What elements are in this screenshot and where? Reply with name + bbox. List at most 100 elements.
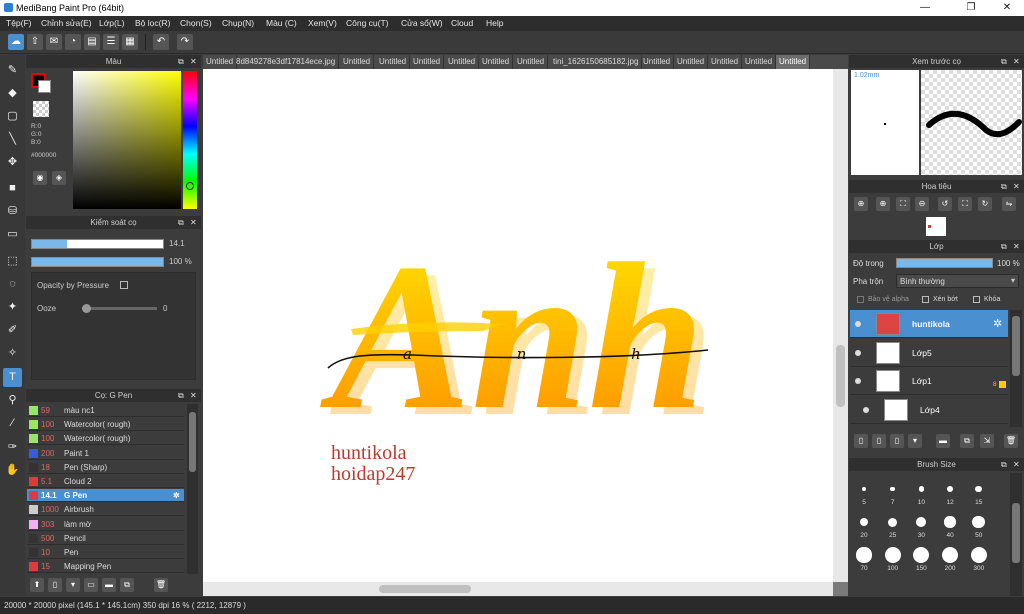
saturation-value-picker[interactable]	[73, 71, 181, 209]
select-rect-tool-icon[interactable]: ⬚	[3, 252, 22, 271]
rotate-left-icon[interactable]: ↺	[938, 197, 952, 211]
eyedropper-tool-icon[interactable]: ⁄	[3, 414, 22, 433]
horizontal-scroll-thumb[interactable]	[379, 585, 471, 593]
menu-window[interactable]: Cửa sổ(W)	[401, 18, 443, 28]
close-panel-icon[interactable]: ✕	[1013, 458, 1020, 471]
flip-icon[interactable]: ⇋	[1002, 197, 1016, 211]
brush-size-option[interactable]	[975, 485, 983, 493]
brush-list-item[interactable]: 59 màu nc1	[27, 404, 184, 417]
copy-brush-icon[interactable]: ▭	[84, 578, 98, 592]
delete-layer-icon[interactable]: 🗑	[1004, 434, 1018, 448]
hue-handle[interactable]	[186, 182, 194, 190]
layer-menu-icon[interactable]: ▾	[908, 434, 922, 448]
clipping-checkbox[interactable]	[922, 296, 929, 303]
brush-size-option[interactable]	[916, 517, 927, 527]
brush-size-option[interactable]	[888, 517, 898, 527]
divide-tool-icon[interactable]: ⚲	[3, 391, 22, 410]
palette-icon[interactable]: ◈	[52, 171, 66, 185]
brush-size-option[interactable]	[946, 485, 954, 493]
layer-row[interactable]: Lớp5	[850, 339, 1008, 367]
rotate-right-icon[interactable]: ↻	[978, 197, 992, 211]
ooze-slider[interactable]	[82, 307, 157, 310]
brush-list-item[interactable]: 5.1 Cloud 2	[27, 475, 184, 488]
close-panel-icon[interactable]: ✕	[190, 389, 197, 402]
brush-size-option[interactable]	[918, 486, 925, 492]
size-scroll-thumb[interactable]	[1012, 503, 1020, 563]
document-tab[interactable]: Untitled	[340, 55, 375, 69]
document-tab[interactable]: Untitled	[776, 55, 811, 69]
brush-size-option[interactable]	[890, 486, 896, 492]
fill-rect-tool-icon[interactable]: ■	[3, 179, 22, 198]
undock-icon[interactable]: ⧉	[178, 55, 184, 68]
move-tool-icon[interactable]: ✥	[3, 153, 22, 172]
close-button[interactable]: ✕	[992, 1, 1022, 15]
brush-size-option[interactable]	[859, 517, 869, 527]
select-eraser-tool-icon[interactable]: ✧	[3, 344, 22, 363]
opacity-pressure-checkbox[interactable]	[120, 281, 128, 289]
brush-size-slider[interactable]	[31, 239, 164, 249]
brush-opacity-slider[interactable]	[31, 257, 164, 267]
new-halftone-layer-icon[interactable]: ▯	[872, 434, 886, 448]
layer-row[interactable]: Lớp4	[850, 396, 1008, 424]
protect-alpha-checkbox[interactable]	[857, 296, 864, 303]
menu-file[interactable]: Tệp(F)	[6, 18, 32, 28]
brush-list-item[interactable]: 200 Paint 1	[27, 447, 184, 460]
transparent-color-swatch[interactable]	[33, 101, 49, 117]
layer-opacity-slider[interactable]	[896, 258, 993, 268]
minimize-button[interactable]: —	[910, 1, 940, 15]
brush-tool-icon[interactable]: ✎	[3, 61, 22, 80]
menu-view[interactable]: Xem(V)	[308, 18, 337, 28]
menu-layer[interactable]: Lớp(L)	[99, 18, 124, 28]
comment-icon[interactable]: ✉	[46, 34, 62, 50]
document-tab[interactable]: tini_1626150685182.jpg	[550, 55, 643, 69]
line-tool-icon[interactable]: ╲	[3, 130, 22, 149]
new-layer-icon[interactable]: ▯	[854, 434, 868, 448]
brush-list-scroll-thumb[interactable]	[189, 412, 196, 472]
document-tab[interactable]: Untitled	[674, 55, 709, 69]
eye-icon[interactable]	[855, 349, 861, 356]
layer-row[interactable]: Lớp1 8	[850, 367, 1008, 395]
brush-list-item[interactable]: 1000 Airbrush	[27, 503, 184, 517]
vertical-scroll-thumb[interactable]	[836, 345, 845, 407]
undock-icon[interactable]: ⧉	[1001, 180, 1007, 193]
document-tab[interactable]: Untitled	[479, 55, 514, 69]
drawing-canvas[interactable]: Anh Anh a n h huntikola hoidap247	[203, 69, 833, 582]
zoom-in-icon[interactable]: ⊕	[854, 197, 868, 211]
eraser-tool-icon[interactable]: ◆	[3, 84, 22, 103]
duplicate-layer-icon[interactable]: ⧉	[960, 434, 974, 448]
undock-icon[interactable]: ⧉	[1001, 55, 1007, 68]
undo-icon[interactable]: ↶	[153, 34, 169, 50]
close-panel-icon[interactable]: ✕	[190, 55, 197, 68]
gear-icon[interactable]: ✲	[173, 489, 180, 502]
brush-size-scrollbar[interactable]	[1010, 473, 1022, 596]
trash-icon[interactable]: 🗑	[154, 578, 168, 592]
hand-tool-icon[interactable]: ✋	[3, 461, 22, 480]
redo-icon[interactable]: ↷	[177, 34, 193, 50]
document-tab[interactable]: Untitled	[410, 55, 445, 69]
canvas-horizontal-scrollbar[interactable]	[203, 582, 833, 596]
undock-icon[interactable]: ⧉	[178, 389, 184, 402]
new-8bit-layer-icon[interactable]: ▯	[890, 434, 904, 448]
brush-size-option[interactable]	[861, 486, 866, 491]
folder-icon[interactable]: ▬	[102, 578, 116, 592]
ooze-handle[interactable]	[82, 304, 91, 313]
brush-list-scrollbar[interactable]	[187, 404, 198, 574]
blend-mode-select[interactable]: Bình thường ▾	[896, 274, 1019, 288]
duplicate-brush-icon[interactable]: ⧉	[120, 578, 134, 592]
document-tab[interactable]: 8d849278e3df17814ece.jpg	[233, 55, 340, 69]
menu-capture[interactable]: Chụp(N)	[222, 18, 254, 28]
fit-icon[interactable]: ⛶	[896, 197, 910, 211]
brush-list-item[interactable]: 18 Pen (Sharp)	[27, 461, 184, 474]
merge-layer-icon[interactable]: ⇲	[980, 434, 994, 448]
document-tab[interactable]: Untitled	[514, 55, 549, 69]
document-icon[interactable]: ▤	[84, 34, 100, 50]
eye-icon[interactable]	[855, 321, 861, 327]
brush-list-item[interactable]: 15 Mapping Pen	[27, 560, 184, 574]
canvas-vertical-scrollbar[interactable]	[833, 69, 848, 582]
menu-filter[interactable]: Bộ lọc(R)	[135, 18, 170, 28]
menu-help[interactable]: Help	[486, 18, 503, 28]
brush-list-item[interactable]: 100 Watercolor( rough)	[27, 432, 184, 446]
brush-size-option[interactable]	[942, 547, 959, 563]
lock-checkbox[interactable]	[973, 296, 980, 303]
undock-icon[interactable]: ⧉	[178, 216, 184, 229]
